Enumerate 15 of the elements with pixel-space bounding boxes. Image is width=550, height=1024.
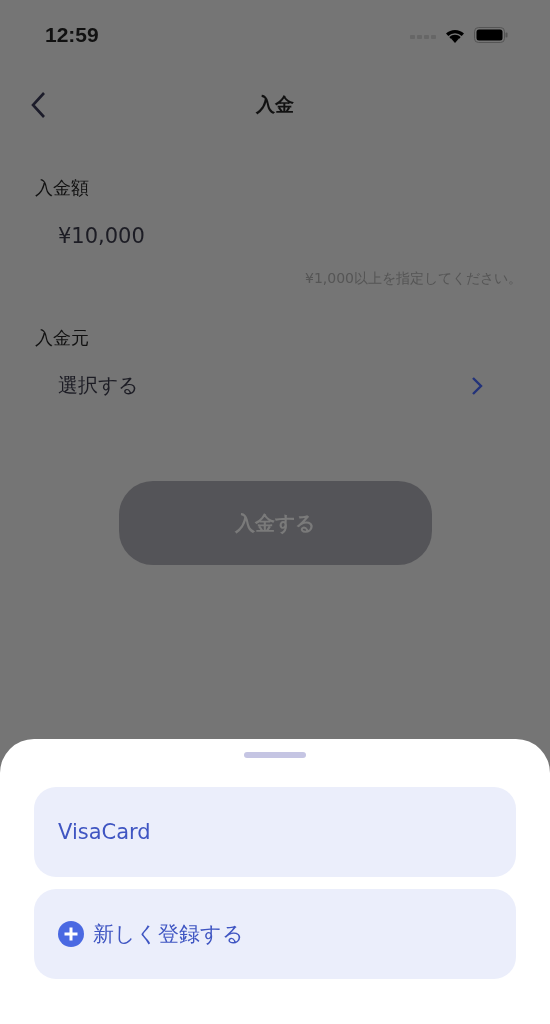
card-option[interactable]: VisaCard bbox=[34, 787, 516, 877]
chevron-right-icon bbox=[471, 375, 483, 396]
battery-icon bbox=[474, 27, 508, 43]
wifi-icon bbox=[444, 27, 466, 43]
amount-field[interactable]: ¥10,000 bbox=[35, 200, 515, 264]
back-icon bbox=[30, 91, 46, 119]
back-button[interactable] bbox=[30, 91, 46, 119]
source-selector[interactable]: 選択する bbox=[35, 350, 515, 399]
sheet-handle[interactable] bbox=[244, 752, 306, 758]
screen-title: 入金 bbox=[256, 92, 294, 117]
add-new-button[interactable]: 新しく登録する bbox=[34, 889, 516, 979]
status-time: 12:59 bbox=[45, 23, 99, 47]
amount-label: 入金額 bbox=[35, 176, 90, 200]
plus-circle-icon bbox=[58, 921, 84, 947]
source-label: 入金元 bbox=[35, 326, 90, 350]
